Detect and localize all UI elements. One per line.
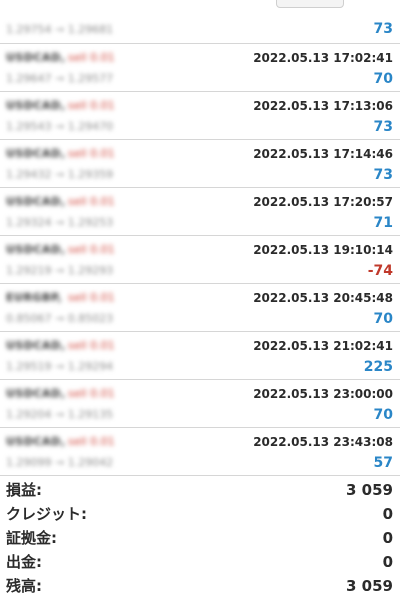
trade-symbol: USDCAD, [6,387,66,400]
trade-symbol: USDCAD, [6,99,66,112]
trade-side: sell 0.01 [68,435,115,448]
trade-time: 2022.05.13 20:45:48 [253,291,393,305]
summary-value: 3 059 [346,577,393,595]
trade-prices: 1.29647 → 1.29577 [6,72,114,85]
trade-side: sell 0.01 [68,243,115,256]
trade-symbol: EURGBP, [6,291,63,304]
trade-profit: -74 [367,263,393,279]
trade-prices: 1.29543 → 1.29470 [6,120,114,133]
summary-label: 証拠金: [6,529,57,547]
trade-symbol: USDCAD, [6,339,66,352]
trade-prices: 1.29754 → 1.29681 [6,23,114,36]
trade-row[interactable]: USDCAD, sell 0.01 1.29324 → 1.29253 2022… [0,188,400,236]
summary-withdrawal: 出金: 0 [0,550,400,574]
trade-side: sell 0.01 [68,147,115,160]
trade-profit: 225 [363,359,393,375]
trade-side: sell 0.01 [68,339,115,352]
trade-list: USDCAD, sell 0.01 1.29647 → 1.29577 2022… [0,44,400,476]
trade-time: 2022.05.13 19:10:14 [253,243,393,257]
trade-row[interactable]: USDCAD, sell 0.01 1.29219 → 1.29293 2022… [0,236,400,284]
trade-prices: 1.29219 → 1.29293 [6,264,114,277]
trade-profit: 70 [373,71,393,87]
trade-time: 2022.05.13 17:14:46 [253,147,393,161]
summary-credit: クレジット: 0 [0,502,400,526]
trade-row[interactable]: USDCAD, sell 0.01 1.29543 → 1.29470 2022… [0,92,400,140]
toolbar-button[interactable] [276,0,344,8]
trade-side: sell 0.01 [68,195,115,208]
summary-value: 3 059 [346,481,393,499]
trade-time: 2022.05.13 17:13:06 [253,99,393,113]
trade-profit: 70 [373,311,393,327]
summary-profit: 損益: 3 059 [0,478,400,502]
summary-margin: 証拠金: 0 [0,526,400,550]
trade-time: 2022.05.13 21:02:41 [253,339,393,353]
summary-value: 0 [382,553,393,571]
trade-time: 2022.05.13 23:00:00 [253,387,393,401]
trade-row[interactable]: USDCAD, sell 0.01 1.29519 → 1.29294 2022… [0,332,400,380]
trade-row-partial[interactable]: 1.29754 → 1.29681 73 [0,0,400,44]
trade-profit: 57 [373,455,393,471]
trade-prices: 1.29432 → 1.29359 [6,168,114,181]
trade-profit: 73 [373,21,393,37]
trade-symbol: USDCAD, [6,147,66,160]
trade-prices: 1.29204 → 1.29135 [6,408,114,421]
summary-value: 0 [382,529,393,547]
trade-profit: 71 [373,215,393,231]
trade-prices: 1.29324 → 1.29253 [6,216,114,229]
trade-side: sell 0.01 [68,387,115,400]
summary-label: 出金: [6,553,42,571]
summary-label: 残高: [6,577,42,595]
trade-profit: 73 [373,119,393,135]
trade-row[interactable]: EURGBP, sell 0.01 0.85067 → 0.85023 2022… [0,284,400,332]
summary-value: 0 [382,505,393,523]
trade-row[interactable]: USDCAD, sell 0.01 1.29204 → 1.29135 2022… [0,380,400,428]
trade-history-screen: 1.29754 → 1.29681 73 USDCAD, sell 0.01 1… [0,0,400,600]
trade-time: 2022.05.13 17:02:41 [253,51,393,65]
trade-side: sell 0.01 [68,51,115,64]
trade-side: sell 0.01 [68,291,115,304]
account-summary: 損益: 3 059 クレジット: 0 証拠金: 0 出金: 0 残高: 3 05… [0,478,400,598]
trade-row[interactable]: USDCAD, sell 0.01 1.29099 → 1.29042 2022… [0,428,400,476]
trade-profit: 73 [373,167,393,183]
summary-label: 損益: [6,481,42,499]
trade-prices: 1.29099 → 1.29042 [6,456,114,469]
summary-balance: 残高: 3 059 [0,574,400,598]
trade-profit: 70 [373,407,393,423]
trade-time: 2022.05.13 23:43:08 [253,435,393,449]
trade-prices: 1.29519 → 1.29294 [6,360,114,373]
trade-symbol: USDCAD, [6,435,66,448]
trade-symbol: USDCAD, [6,243,66,256]
trade-symbol: USDCAD, [6,51,66,64]
trade-side: sell 0.01 [68,99,115,112]
trade-row[interactable]: USDCAD, sell 0.01 1.29647 → 1.29577 2022… [0,44,400,92]
summary-label: クレジット: [6,505,87,523]
trade-prices: 0.85067 → 0.85023 [6,312,114,325]
trade-symbol: USDCAD, [6,195,66,208]
trade-row[interactable]: USDCAD, sell 0.01 1.29432 → 1.29359 2022… [0,140,400,188]
trade-time: 2022.05.13 17:20:57 [253,195,393,209]
